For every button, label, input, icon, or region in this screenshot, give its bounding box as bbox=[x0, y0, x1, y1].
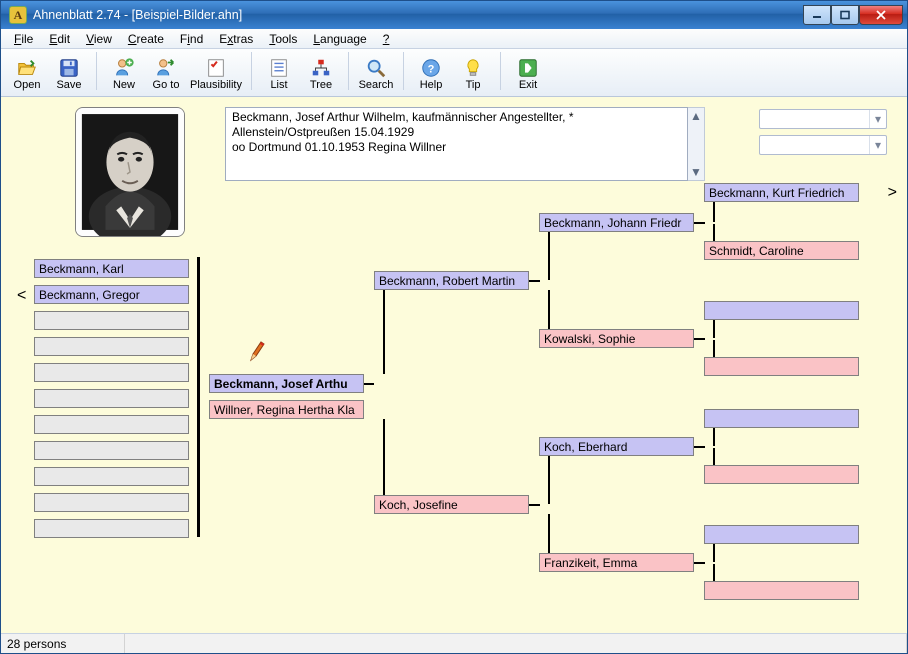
lightbulb-icon bbox=[462, 57, 484, 79]
toolbar-goto[interactable]: Go to bbox=[145, 52, 187, 94]
tree-person-empty[interactable] bbox=[704, 465, 859, 484]
tree-person-empty[interactable] bbox=[704, 409, 859, 428]
menu-language[interactable]: Language bbox=[306, 31, 373, 47]
menu-tools[interactable]: Tools bbox=[262, 31, 304, 47]
person-photo[interactable] bbox=[75, 107, 185, 237]
scroll-down-icon[interactable]: ▼ bbox=[689, 165, 703, 179]
menu-edit[interactable]: Edit bbox=[42, 31, 77, 47]
person-detail-text: Beckmann, Josef Arthur Wilhelm, kaufmänn… bbox=[225, 107, 688, 181]
tree-diagram-icon bbox=[310, 57, 332, 79]
magnifier-icon bbox=[365, 57, 387, 79]
titlebar: A Ahnenblatt 2.74 - [Beispiel-Bilder.ahn… bbox=[1, 1, 907, 29]
person-arrow-icon bbox=[155, 57, 177, 79]
tree-person-empty[interactable] bbox=[704, 301, 859, 320]
tree-person[interactable]: Koch, Eberhard bbox=[539, 437, 694, 456]
focus-spouse[interactable]: Willner, Regina Hertha Kla bbox=[209, 400, 364, 419]
toolbar-plausibility[interactable]: Plausibility bbox=[187, 52, 245, 94]
combo-top-2[interactable]: ▾ bbox=[759, 135, 887, 155]
sidebar-item-empty[interactable] bbox=[34, 519, 189, 538]
exit-icon bbox=[517, 57, 539, 79]
menu-extras[interactable]: Extras bbox=[212, 31, 260, 47]
menu-view[interactable]: View bbox=[79, 31, 119, 47]
sidebar-item-empty[interactable] bbox=[34, 389, 189, 408]
tree-person[interactable]: Koch, Josefine bbox=[374, 495, 529, 514]
tree-person-empty[interactable] bbox=[704, 581, 859, 600]
nav-left-arrow[interactable]: < bbox=[17, 287, 26, 305]
svg-text:?: ? bbox=[428, 63, 435, 75]
minimize-button[interactable] bbox=[803, 5, 831, 25]
sidebar-item-empty[interactable] bbox=[34, 441, 189, 460]
window-title: Ahnenblatt 2.74 - [Beispiel-Bilder.ahn] bbox=[33, 8, 803, 22]
nav-right-arrow[interactable]: > bbox=[888, 184, 897, 202]
toolbar: Open Save New Go to Plausibility bbox=[1, 49, 907, 97]
tree-person[interactable]: Beckmann, Kurt Friedrich bbox=[704, 183, 859, 202]
status-empty bbox=[125, 634, 907, 653]
sidebar-item[interactable]: Beckmann, Gregor bbox=[34, 285, 189, 304]
focus-person[interactable]: Beckmann, Josef Arthu bbox=[209, 374, 364, 393]
toolbar-new-person[interactable]: New bbox=[103, 52, 145, 94]
list-icon bbox=[268, 57, 290, 79]
status-persons: 28 persons bbox=[1, 634, 125, 653]
tree-person[interactable]: Schmidt, Caroline bbox=[704, 241, 859, 260]
person-plus-icon bbox=[113, 57, 135, 79]
sidebar-item-empty[interactable] bbox=[34, 493, 189, 512]
scroll-up-icon[interactable]: ▲ bbox=[689, 109, 703, 123]
folder-open-icon bbox=[16, 57, 38, 79]
sidebar-item-empty[interactable] bbox=[34, 311, 189, 330]
menubar: File Edit View Create Find Extras Tools … bbox=[1, 29, 907, 49]
toolbar-search[interactable]: Search bbox=[355, 52, 397, 94]
sidebar-item[interactable]: Beckmann, Karl bbox=[34, 259, 189, 278]
maximize-button[interactable] bbox=[831, 5, 859, 25]
edit-pencil-icon[interactable] bbox=[249, 340, 265, 362]
tree-person-empty[interactable] bbox=[704, 525, 859, 544]
person-detail-panel: Beckmann, Josef Arthur Wilhelm, kaufmänn… bbox=[225, 107, 705, 181]
tree-person[interactable]: Beckmann, Robert Martin bbox=[374, 271, 529, 290]
sidebar-item-empty[interactable] bbox=[34, 415, 189, 434]
tree-person-empty[interactable] bbox=[704, 357, 859, 376]
menu-find[interactable]: Find bbox=[173, 31, 210, 47]
close-button[interactable] bbox=[859, 5, 903, 25]
toolbar-tree[interactable]: Tree bbox=[300, 52, 342, 94]
tree-person[interactable]: Beckmann, Johann Friedr bbox=[539, 213, 694, 232]
sidebar-item-empty[interactable] bbox=[34, 337, 189, 356]
sidebar-bracket bbox=[197, 257, 200, 537]
toolbar-open[interactable]: Open bbox=[6, 52, 48, 94]
sidebar-item-empty[interactable] bbox=[34, 363, 189, 382]
toolbar-save[interactable]: Save bbox=[48, 52, 90, 94]
tree-person[interactable]: Franzikeit, Emma bbox=[539, 553, 694, 572]
menu-create[interactable]: Create bbox=[121, 31, 171, 47]
floppy-save-icon bbox=[58, 57, 80, 79]
help-icon: ? bbox=[420, 57, 442, 79]
menu-help[interactable]: ? bbox=[376, 31, 397, 47]
chevron-down-icon: ▾ bbox=[869, 110, 886, 128]
toolbar-list[interactable]: List bbox=[258, 52, 300, 94]
statusbar: 28 persons bbox=[1, 633, 907, 653]
chevron-down-icon: ▾ bbox=[869, 136, 886, 154]
sidebar-item-empty[interactable] bbox=[34, 467, 189, 486]
combo-top-1[interactable]: ▾ bbox=[759, 109, 887, 129]
detail-scrollbar[interactable]: ▲ ▼ bbox=[688, 107, 705, 181]
toolbar-exit[interactable]: Exit bbox=[507, 52, 549, 94]
tree-person[interactable]: Kowalski, Sophie bbox=[539, 329, 694, 348]
toolbar-help[interactable]: ? Help bbox=[410, 52, 452, 94]
workspace: Beckmann, Josef Arthur Wilhelm, kaufmänn… bbox=[1, 97, 907, 633]
app-icon: A bbox=[9, 6, 27, 24]
checklist-icon bbox=[205, 57, 227, 79]
toolbar-tip[interactable]: Tip bbox=[452, 52, 494, 94]
menu-file[interactable]: File bbox=[7, 31, 40, 47]
